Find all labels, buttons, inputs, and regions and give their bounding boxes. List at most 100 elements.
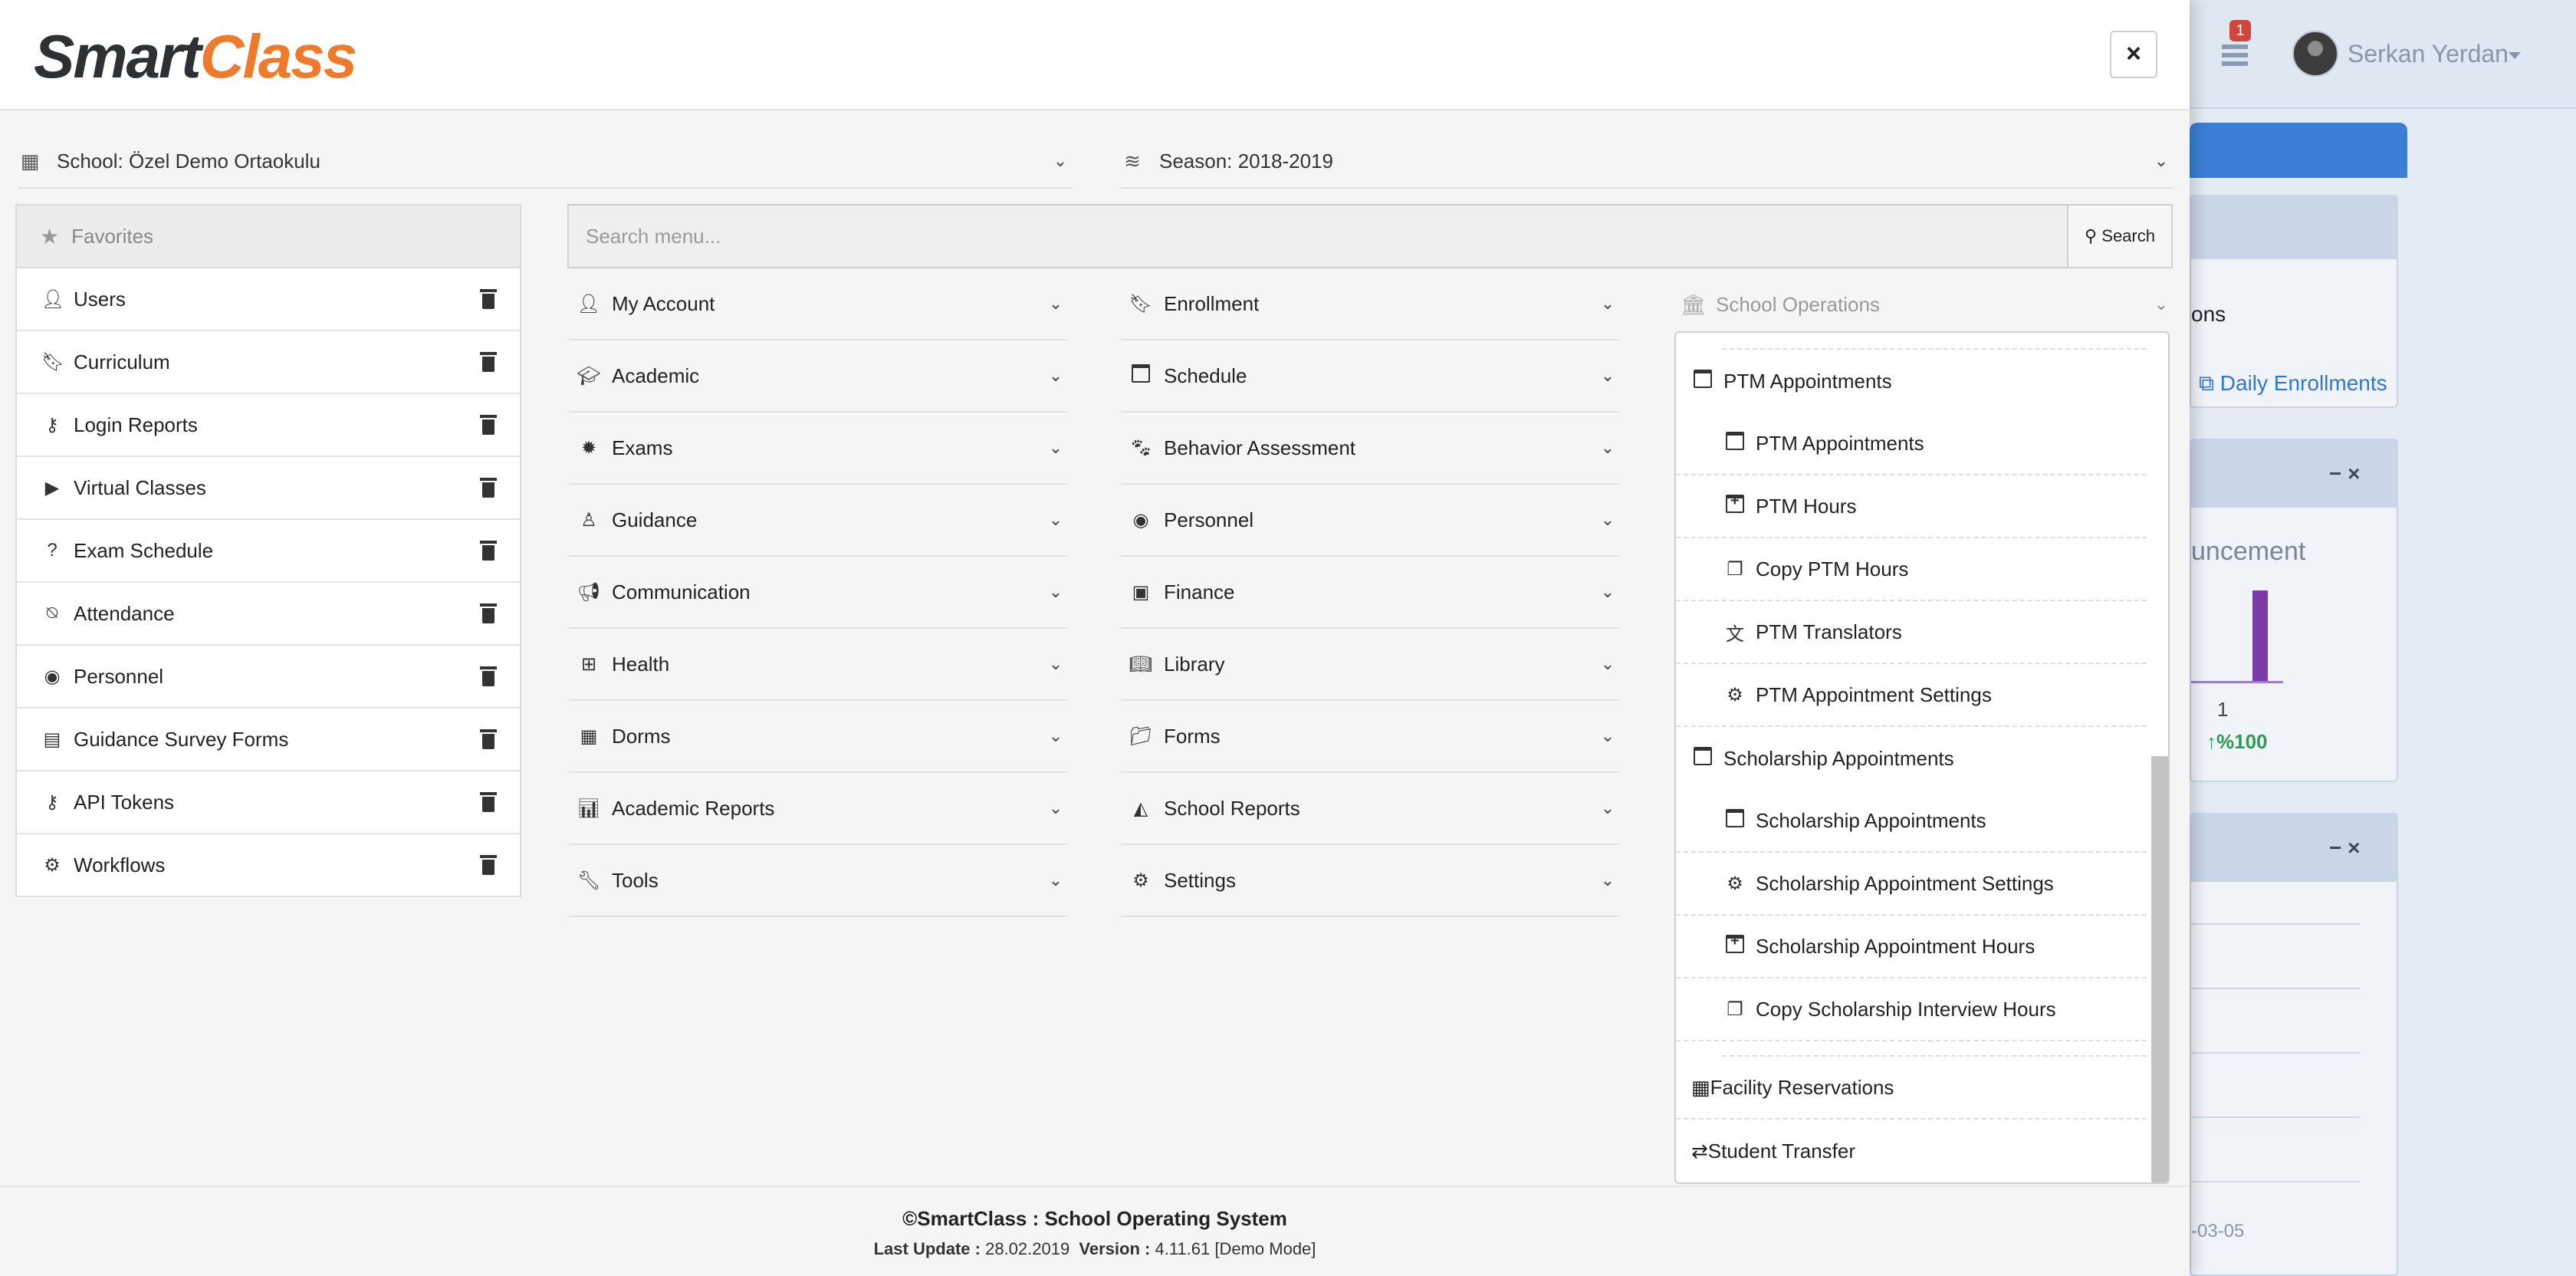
card-text: ons: [2191, 302, 2226, 326]
menu-item-academic[interactable]: 🎓︎ Academic ⌄: [569, 340, 1067, 413]
menu-item-enrollment[interactable]: 🔖︎ Enrollment ⌄: [1121, 268, 1619, 340]
question-circle-icon: ?: [47, 540, 58, 561]
favorite-item-curriculum[interactable]: 🔖︎ Curriculum: [17, 331, 520, 394]
chevron-down-icon: ⌄: [1600, 726, 1615, 745]
group-ptm-appointments[interactable]: PTM Appointments: [1676, 350, 2147, 413]
menu-item-library[interactable]: 📖︎ Library ⌄: [1121, 629, 1619, 701]
submenu-ptm-hours[interactable]: PTM Hours: [1676, 475, 2147, 538]
gears-icon: ⚙: [1727, 684, 1743, 705]
menu-item-schedule[interactable]: Schedule ⌄: [1121, 340, 1619, 413]
calendar-icon: [1691, 369, 1714, 393]
menu-overlay: SmartClass × ▦ School: Özel Demo Ortaoku…: [0, 0, 2190, 1276]
notifications-icon[interactable]: [2220, 40, 2251, 71]
submenu-copy-scholarship-interview-hours[interactable]: ❐ Copy Scholarship Interview Hours: [1676, 978, 2147, 1041]
favorite-item-virtual-classes[interactable]: ▶ Virtual Classes: [17, 457, 520, 520]
submenu-copy-ptm-hours[interactable]: ❐ Copy PTM Hours: [1676, 538, 2147, 601]
trash-icon[interactable]: [480, 792, 497, 812]
group-scholarship-appointments[interactable]: Scholarship Appointments: [1676, 727, 2147, 790]
chevron-down-icon: ⌄: [1048, 438, 1063, 457]
bullhorn-icon: 📢︎: [577, 581, 601, 603]
submenu-scholarship-appointments[interactable]: Scholarship Appointments: [1676, 790, 2147, 853]
menu-item-school-operations[interactable]: 🏛︎ School Operations ⌄: [1673, 268, 2173, 340]
favorite-item-users[interactable]: 👤︎ Users: [17, 268, 520, 331]
menu-item-tools[interactable]: 🔧︎ Tools ⌄: [569, 845, 1067, 917]
trash-icon[interactable]: [480, 352, 497, 372]
chevron-down-icon: ⌄: [1048, 798, 1063, 817]
chevron-down-icon: ⌄: [1048, 366, 1063, 385]
school-selector[interactable]: ▦ School: Özel Demo Ortaokulu ⌄: [18, 135, 1072, 189]
menu-column-1: 👤︎ My Account ⌄ 🎓︎ Academic ⌄ ✹ Exams ⌄ …: [569, 268, 1067, 917]
menu-item-academic-reports[interactable]: 📊︎ Academic Reports ⌄: [569, 773, 1067, 845]
menu-item-behavior-assessment[interactable]: 🐾︎ Behavior Assessment ⌄: [1121, 413, 1619, 485]
folder-icon: 📁︎: [1129, 725, 1153, 747]
trash-icon[interactable]: [480, 855, 497, 875]
school-operations-dropdown: PTM Appointments PTM Appointments PTM Ho…: [1674, 331, 2170, 1184]
gears-icon: ⚙: [1132, 870, 1149, 891]
season-selector[interactable]: ≋ Season: 2018-2019 ⌄: [1121, 135, 2173, 189]
trash-icon[interactable]: [480, 666, 497, 686]
copy-icon: ❐: [1727, 998, 1743, 1020]
favorite-item-api-tokens[interactable]: ⚷ API Tokens: [17, 771, 520, 834]
menu-item-exams[interactable]: ✹ Exams ⌄: [569, 413, 1067, 485]
school-selector-value: School: Özel Demo Ortaokulu: [57, 149, 320, 173]
footer-copyright: ©SmartClass : School Operating System: [902, 1207, 1287, 1230]
list-divider: [2191, 988, 2360, 989]
submenu-ptm-translators[interactable]: 文 PTM Translators: [1676, 601, 2147, 664]
menu-item-settings[interactable]: ⚙ Settings ⌄: [1121, 845, 1619, 917]
menu-item-forms[interactable]: 📁︎ Forms ⌄: [1121, 701, 1619, 773]
wrench-icon: 🔧︎: [577, 870, 601, 891]
submenu-ptm-appointment-settings[interactable]: ⚙ PTM Appointment Settings: [1676, 664, 2147, 727]
menu-item-communication[interactable]: 📢︎ Communication ⌄: [569, 557, 1067, 629]
calendar-icon: [1723, 808, 1746, 833]
submenu-scholarship-appointment-settings[interactable]: ⚙ Scholarship Appointment Settings: [1676, 853, 2147, 916]
user-circle-icon: ◉: [1132, 509, 1149, 531]
favorites-header: ★ Favorites: [17, 206, 520, 268]
favorite-item-attendance[interactable]: ⍉ Attendance: [17, 583, 520, 646]
favorite-item-exam-schedule[interactable]: ? Exam Schedule: [17, 520, 520, 583]
card-controls[interactable]: − ×: [2329, 462, 2360, 486]
overlay-header: SmartClass ×: [0, 0, 2190, 110]
copy-icon: ❐: [1727, 558, 1743, 580]
daily-enrollments-link[interactable]: ⧉ Daily Enrollments: [2199, 371, 2387, 396]
form-icon: ▤: [43, 728, 61, 750]
menu-item-finance[interactable]: ▣ Finance ⌄: [1121, 557, 1619, 629]
menu-item-health[interactable]: ⊞ Health ⌄: [569, 629, 1067, 701]
trash-icon[interactable]: [480, 541, 497, 561]
menu-item-school-reports[interactable]: ◭ School Reports ⌄: [1121, 773, 1619, 845]
menu-item-student-transfer[interactable]: ⇄ Student Transfer: [1676, 1120, 2147, 1182]
season-selector-value: Season: 2018-2019: [1159, 149, 1333, 173]
search-input[interactable]: [569, 206, 2067, 267]
menu-item-dorms[interactable]: ▦ Dorms ⌄: [569, 701, 1067, 773]
institution-icon: 🏛︎: [1681, 292, 1707, 316]
submenu-scholarship-appointment-hours[interactable]: Scholarship Appointment Hours: [1676, 916, 2147, 978]
favorite-item-guidance-survey-forms[interactable]: ▤ Guidance Survey Forms: [17, 709, 520, 771]
submenu-ptm-appointments[interactable]: PTM Appointments: [1676, 413, 2147, 475]
chevron-down-icon: ⌄: [1048, 654, 1063, 673]
menu-item-guidance[interactable]: ♙ Guidance ⌄: [569, 485, 1067, 557]
menu-column-2: 🔖︎ Enrollment ⌄ Schedule ⌄ 🐾︎ Behavior A…: [1121, 268, 1619, 917]
favorite-item-login-reports[interactable]: ⚷ Login Reports: [17, 394, 520, 457]
trash-icon[interactable]: [480, 478, 497, 498]
dropdown-scrollbar[interactable]: [2151, 756, 2168, 1182]
user-caret-icon[interactable]: [2509, 52, 2521, 59]
trash-icon[interactable]: [480, 289, 497, 309]
menu-item-facility-reservations[interactable]: ▦ Facility Reservations: [1676, 1057, 2147, 1120]
chevron-down-icon: ⌄: [1600, 582, 1615, 601]
favorite-item-personnel[interactable]: ◉ Personnel: [17, 646, 520, 709]
trash-icon[interactable]: [480, 729, 497, 749]
footer-version-info: Last Update : 28.02.2019 Version : 4.11.…: [873, 1239, 1316, 1258]
trash-icon[interactable]: [480, 415, 497, 435]
favorite-item-workflows[interactable]: ⚙ Workflows: [17, 834, 520, 897]
user-avatar[interactable]: [2292, 31, 2338, 77]
user-name[interactable]: Serkan Yerdan: [2348, 40, 2509, 68]
chevron-down-icon: ⌄: [1048, 870, 1063, 890]
trash-icon[interactable]: [480, 603, 497, 623]
arrow-up-icon: ↑: [2206, 730, 2216, 753]
card-controls[interactable]: − ×: [2329, 836, 2360, 860]
chevron-down-icon: ⌄: [1048, 510, 1063, 529]
search-button[interactable]: ⚲ Search: [2067, 206, 2171, 267]
close-button[interactable]: ×: [2110, 31, 2157, 78]
menu-item-my-account[interactable]: 👤︎ My Account ⌄: [569, 268, 1067, 340]
menu-item-personnel[interactable]: ◉ Personnel ⌄: [1121, 485, 1619, 557]
user-icon: 👤︎: [577, 293, 601, 314]
